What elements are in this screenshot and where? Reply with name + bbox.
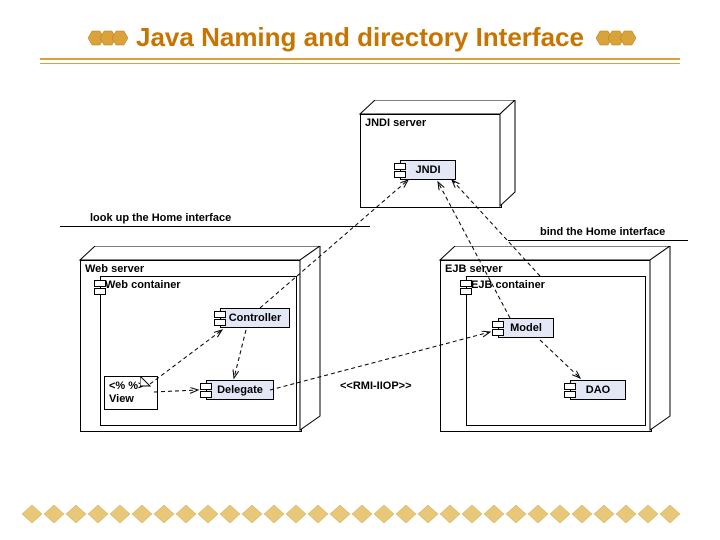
lug-icon [94, 280, 106, 287]
lug-icon [200, 391, 212, 398]
delegate-component: Delegate [206, 380, 274, 400]
lug-icon [492, 321, 504, 328]
dogear-icon [140, 376, 152, 388]
lug-icon [394, 163, 406, 170]
rmi-iiop-label: <<RMI-IIOP>> [340, 380, 412, 392]
lug-icon [94, 288, 106, 295]
lug-icon [394, 171, 406, 178]
hex-decoration-right [592, 27, 636, 49]
lug-icon [460, 288, 472, 295]
lookup-label: look up the Home interface [90, 212, 231, 224]
title-row: Java Naming and directory Interface [0, 22, 720, 53]
hex-decoration-left [84, 27, 128, 49]
lug-icon [564, 383, 576, 390]
lug-icon [214, 311, 226, 318]
hr-line [508, 240, 688, 241]
dao-component: DAO [570, 380, 626, 400]
model-component: Model [498, 318, 554, 338]
diagram-canvas: JNDI server JNDI look up the Home interf… [0, 70, 720, 500]
lug-icon [200, 383, 212, 390]
title-underline [40, 58, 680, 64]
jndi-server-3d [355, 100, 520, 215]
jndi-component: JNDI [400, 160, 456, 180]
lug-icon [460, 280, 472, 287]
page-title: Java Naming and directory Interface [136, 22, 584, 53]
web-container-label: Web container [101, 277, 296, 293]
ejb-container-box: EJB container [466, 276, 646, 426]
footer-diamonds [0, 503, 720, 530]
controller-component: Controller [220, 308, 290, 328]
view-label: View [109, 393, 153, 406]
lug-icon [564, 391, 576, 398]
ejb-container-label: EJB container [467, 277, 645, 293]
lug-icon [214, 319, 226, 326]
lug-icon [492, 329, 504, 336]
bind-label: bind the Home interface [540, 226, 665, 238]
hr-line [60, 226, 370, 227]
